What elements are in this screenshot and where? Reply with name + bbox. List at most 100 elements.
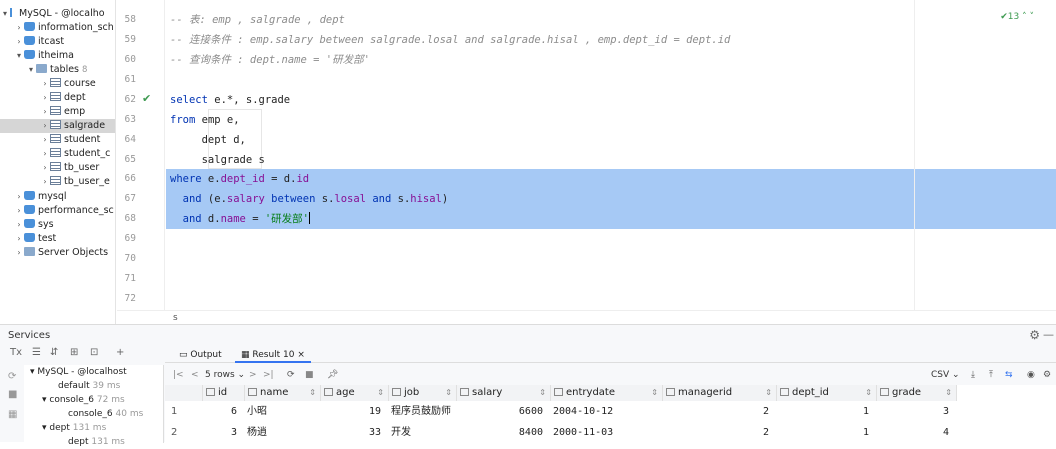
cell-name[interactable]: 杨逍 bbox=[247, 423, 321, 443]
sort-icon[interactable]: ⇕ bbox=[945, 385, 952, 401]
stop-icon[interactable]: ■ bbox=[8, 389, 17, 400]
layout-icon[interactable]: ⊡ bbox=[90, 347, 98, 358]
tree-item-db[interactable]: › mysql bbox=[0, 190, 115, 204]
tree-item-table[interactable]: › student bbox=[0, 133, 115, 147]
tree-item-table[interactable]: › student_c bbox=[0, 147, 115, 161]
chevron-right-icon[interactable]: › bbox=[14, 21, 24, 35]
refresh-icon[interactable]: ⟳ bbox=[8, 371, 16, 382]
tree-item-server-objects[interactable]: › Server Objects bbox=[0, 246, 115, 260]
services-tree-item[interactable]: ▾ console_6 72 ms bbox=[42, 393, 125, 407]
settings-icon[interactable]: ⚙ bbox=[1043, 365, 1051, 385]
tree-item-db[interactable]: › test bbox=[0, 232, 115, 246]
services-tree-item[interactable]: ▾ dept 131 ms bbox=[42, 421, 106, 435]
add-icon[interactable]: + bbox=[116, 347, 124, 358]
minimize-icon[interactable]: — bbox=[1043, 328, 1054, 341]
chevron-right-icon[interactable]: › bbox=[40, 147, 50, 161]
sort-icon[interactable]: ⇕ bbox=[309, 385, 316, 401]
group-icon[interactable]: ⊞ bbox=[70, 347, 78, 358]
compare-icon[interactable]: ⇆ bbox=[1005, 365, 1013, 385]
cell-dept-id[interactable]: 1 bbox=[777, 423, 877, 443]
tree-item-table[interactable]: › dept bbox=[0, 91, 115, 105]
refresh-icon[interactable]: ⟳ bbox=[287, 365, 295, 385]
cell-entrydate[interactable]: 2004-10-12 bbox=[553, 402, 663, 422]
inspection-widget[interactable]: ✔13 ˄ ˅ bbox=[1000, 12, 1034, 22]
chevron-down-icon[interactable]: ▾ bbox=[26, 63, 36, 77]
services-tree-item[interactable]: dept 131 ms bbox=[68, 435, 125, 449]
column-header[interactable]: job ⇕ bbox=[389, 385, 457, 401]
last-page-icon[interactable]: >| bbox=[263, 365, 274, 385]
tree-item-table[interactable]: › emp bbox=[0, 105, 115, 119]
chevron-right-icon[interactable]: › bbox=[40, 175, 50, 189]
close-icon[interactable]: × bbox=[297, 350, 305, 360]
column-header[interactable]: salary ⇕ bbox=[457, 385, 551, 401]
sort-icon[interactable]: ⇕ bbox=[865, 385, 872, 401]
cell-id[interactable]: 6 bbox=[203, 402, 245, 422]
services-tree-item[interactable]: console_6 40 ms bbox=[68, 407, 143, 421]
chevron-right-icon[interactable]: › bbox=[40, 119, 50, 133]
column-header[interactable]: name ⇕ bbox=[245, 385, 321, 401]
tree-item-table[interactable]: › tb_user bbox=[0, 161, 115, 175]
sort-icon[interactable]: ⇕ bbox=[377, 385, 384, 401]
upload-icon[interactable]: ⤒ bbox=[989, 365, 993, 385]
cell-dept-id[interactable]: 1 bbox=[777, 402, 877, 422]
sort-icon[interactable]: ⇕ bbox=[539, 385, 546, 401]
collapse-all-icon[interactable]: ⇵ bbox=[50, 347, 58, 358]
download-icon[interactable]: ⤓ bbox=[971, 365, 975, 385]
sort-icon[interactable]: ⇕ bbox=[445, 385, 452, 401]
column-header[interactable]: grade ⇕ bbox=[877, 385, 957, 401]
tree-item-db[interactable]: › information_sch bbox=[0, 21, 115, 35]
expand-all-icon[interactable]: ☰ bbox=[32, 347, 41, 358]
chevron-right-icon[interactable]: › bbox=[14, 204, 24, 218]
column-header[interactable]: id bbox=[203, 385, 245, 401]
tab-result[interactable]: ▦ Result 10 × bbox=[235, 347, 311, 363]
chevron-down-icon[interactable]: ˅ bbox=[1030, 12, 1035, 22]
chevron-down-icon[interactable]: ▾ bbox=[0, 7, 10, 21]
export-format[interactable]: CSV ⌄ bbox=[931, 365, 960, 385]
tx-icon[interactable]: Tx bbox=[10, 347, 22, 358]
tree-item-db[interactable]: ▾ itheima bbox=[0, 49, 115, 63]
cell-name[interactable]: 小昭 bbox=[247, 402, 321, 422]
sql-editor[interactable]: ✔13 ˄ ˅ -- 表: emp , salgrade , dept -- 连… bbox=[166, 0, 1056, 310]
check-icon[interactable]: ✔ bbox=[142, 92, 151, 105]
cell-id[interactable]: 3 bbox=[203, 423, 245, 443]
chevron-down-icon[interactable]: ▾ bbox=[14, 49, 24, 63]
chevron-right-icon[interactable]: › bbox=[14, 35, 24, 49]
services-tree-item[interactable]: default 39 ms bbox=[58, 379, 120, 393]
chevron-right-icon[interactable]: › bbox=[40, 105, 50, 119]
prev-page-icon[interactable]: < bbox=[191, 365, 199, 385]
grid-icon[interactable]: ▦ bbox=[8, 409, 17, 420]
services-tree-item[interactable]: ▾ MySQL - @localhost bbox=[30, 365, 127, 379]
column-header[interactable]: age ⇕ bbox=[321, 385, 389, 401]
chevron-right-icon[interactable]: › bbox=[14, 190, 24, 204]
pin-icon[interactable]: 📌︎ bbox=[327, 365, 338, 385]
cell-entrydate[interactable]: 2000-11-03 bbox=[553, 423, 663, 443]
cell-grade[interactable]: 4 bbox=[877, 423, 957, 443]
cell-job[interactable]: 程序员鼓励师 bbox=[391, 402, 457, 422]
cell-managerid[interactable]: 2 bbox=[663, 423, 777, 443]
cell-age[interactable]: 19 bbox=[321, 402, 389, 422]
chevron-right-icon[interactable]: › bbox=[40, 91, 50, 105]
tree-item-db[interactable]: › performance_sc bbox=[0, 204, 115, 218]
cell-salary[interactable]: 6600 bbox=[457, 402, 551, 422]
chevron-right-icon[interactable]: › bbox=[14, 232, 24, 246]
tab-output[interactable]: ▭ Output bbox=[173, 347, 228, 363]
next-page-icon[interactable]: > bbox=[249, 365, 257, 385]
sort-icon[interactable]: ⇕ bbox=[765, 385, 772, 401]
chevron-up-icon[interactable]: ˄ bbox=[1022, 12, 1027, 22]
tree-item-table-selected[interactable]: › salgrade bbox=[0, 119, 115, 133]
chevron-right-icon[interactable]: › bbox=[40, 77, 50, 91]
tree-item-db[interactable]: › itcast bbox=[0, 35, 115, 49]
tree-item-db[interactable]: › sys bbox=[0, 218, 115, 232]
chevron-right-icon[interactable]: › bbox=[40, 133, 50, 147]
tree-item-tables[interactable]: ▾ tables 8 bbox=[0, 63, 115, 77]
column-header[interactable]: entrydate ⇕ bbox=[551, 385, 663, 401]
gear-icon[interactable]: ⚙ bbox=[1029, 328, 1040, 342]
cell-grade[interactable]: 3 bbox=[877, 402, 957, 422]
tree-item-table[interactable]: › tb_user_e bbox=[0, 175, 115, 189]
cell-managerid[interactable]: 2 bbox=[663, 402, 777, 422]
first-page-icon[interactable]: |< bbox=[173, 365, 184, 385]
tree-item-table[interactable]: › course bbox=[0, 77, 115, 91]
cell-salary[interactable]: 8400 bbox=[457, 423, 551, 443]
stop-icon[interactable]: ■ bbox=[305, 365, 314, 385]
cell-job[interactable]: 开发 bbox=[391, 423, 457, 443]
